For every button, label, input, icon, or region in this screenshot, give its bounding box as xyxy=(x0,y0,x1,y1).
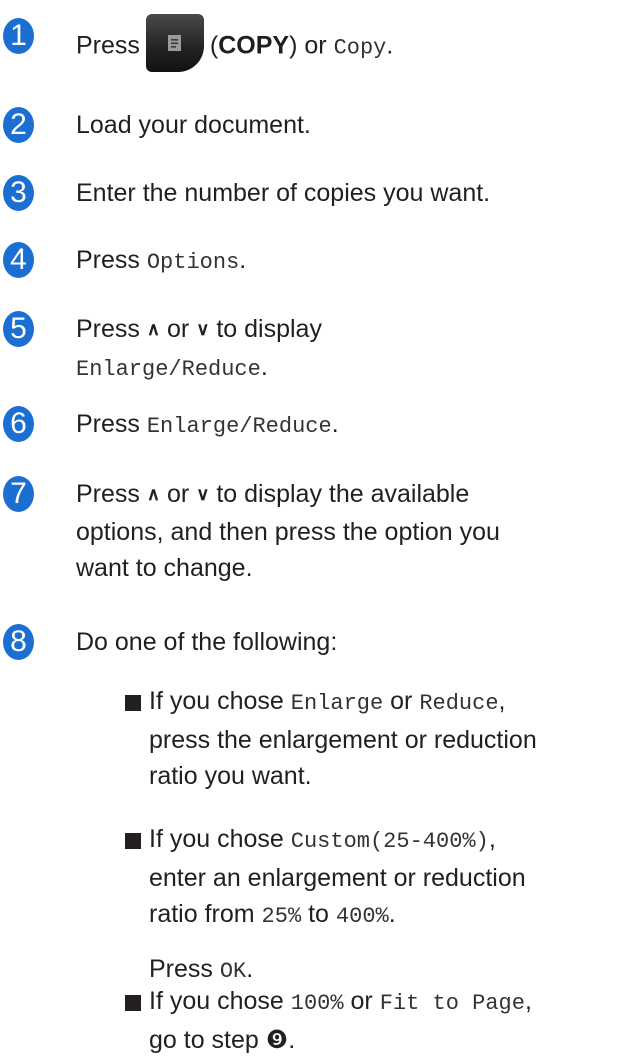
step-number-badge: 5 xyxy=(3,311,34,347)
step-number-badge: 7 xyxy=(3,476,34,512)
step-text: Do one of the following: xyxy=(76,628,338,656)
step-text: Press (COPY) or Copy. xyxy=(76,14,394,76)
period: . xyxy=(388,900,396,928)
bullet-line: ratio you want. xyxy=(149,762,312,790)
period: . xyxy=(260,353,268,381)
or-word: or xyxy=(167,315,190,343)
bullet-word: If you chose xyxy=(149,825,284,853)
copy-key-icon[interactable] xyxy=(145,14,204,72)
bullet-word: If you chose xyxy=(149,987,284,1015)
bullet-line: enter an enlargement or reduction xyxy=(149,864,526,892)
step-line: want to change. xyxy=(76,554,253,582)
period: . xyxy=(331,410,339,438)
step-word: Press xyxy=(149,955,213,983)
fit-to-page-label: Fit to Page xyxy=(379,991,525,1016)
step-text: Load your document. xyxy=(76,111,311,139)
square-bullet-icon xyxy=(125,833,141,849)
options-button-label: Options xyxy=(146,250,240,275)
square-bullet-icon xyxy=(125,995,141,1011)
step-9-reference-icon: ❾ xyxy=(265,1026,289,1054)
comma: , xyxy=(488,825,496,853)
step-word: Press xyxy=(76,410,140,438)
bullet-text: If you chose Enlarge or Reduce, press th… xyxy=(149,683,537,794)
reduce-label: Reduce xyxy=(419,691,499,716)
step-word: to display the available xyxy=(216,480,470,508)
period: . xyxy=(246,955,254,983)
step-word: to display xyxy=(216,315,322,343)
period: . xyxy=(288,1026,296,1054)
comma: , xyxy=(498,687,506,715)
step-number-badge: 3 xyxy=(3,175,34,211)
period: . xyxy=(239,246,247,274)
max-ratio-label: 400% xyxy=(335,904,389,929)
enlarge-reduce-label: Enlarge/Reduce xyxy=(76,357,261,382)
to-word: to xyxy=(308,900,329,928)
bullet-word: If you chose xyxy=(149,687,284,715)
step-word: Press xyxy=(76,315,140,343)
period: . xyxy=(386,31,394,60)
step-word: Press xyxy=(76,246,140,274)
paren: ) xyxy=(289,31,298,60)
down-arrow-icon: ∨ xyxy=(196,319,210,339)
copy-key-label: COPY xyxy=(218,31,290,60)
step-text: Enter the number of copies you want. xyxy=(76,179,491,207)
step-text: Press ∧ or ∨ to display the available op… xyxy=(76,476,500,586)
step-line: options, and then press the option you xyxy=(76,518,500,546)
step-word: Press xyxy=(76,31,140,60)
step-number-badge: 6 xyxy=(3,406,34,442)
step-text: Press Options. xyxy=(76,242,246,281)
square-bullet-icon xyxy=(125,695,141,711)
or-word: or xyxy=(304,31,327,60)
bullet-text: If you chose Custom(25-400%), enter an e… xyxy=(149,821,526,935)
up-arrow-icon: ∧ xyxy=(146,319,161,339)
step-number-badge: 2 xyxy=(3,107,34,143)
bullet-text: If you chose 100% or Fit to Page, go to … xyxy=(149,983,532,1058)
paren: ( xyxy=(209,31,219,60)
step-word: Press xyxy=(76,480,140,508)
hundred-percent-label: 100% xyxy=(290,991,344,1016)
down-arrow-icon: ∨ xyxy=(196,484,210,504)
step-text: Press ∧ or ∨ to display Enlarge/Reduce. xyxy=(76,311,322,388)
up-arrow-icon: ∧ xyxy=(146,484,161,504)
step-number-badge: 4 xyxy=(3,242,34,278)
or-word: or xyxy=(350,987,373,1015)
enlarge-reduce-label: Enlarge/Reduce xyxy=(146,414,332,439)
ok-button-label: OK xyxy=(219,959,247,984)
step-text: Press Enlarge/Reduce. xyxy=(76,406,339,445)
bullet-line: press the enlargement or reduction xyxy=(149,726,537,754)
bullet-word: ratio from xyxy=(149,900,255,928)
min-ratio-label: 25% xyxy=(261,904,302,929)
step-number-badge: 8 xyxy=(3,624,34,660)
enlarge-label: Enlarge xyxy=(290,691,384,716)
or-word: or xyxy=(390,687,413,715)
comma: , xyxy=(524,987,532,1015)
step-number-badge: 1 xyxy=(3,18,34,54)
bullet-line: go to step xyxy=(149,1026,259,1054)
custom-label: Custom(25-400%) xyxy=(290,829,489,854)
copy-button-label: Copy xyxy=(333,35,387,61)
or-word: or xyxy=(167,480,190,508)
